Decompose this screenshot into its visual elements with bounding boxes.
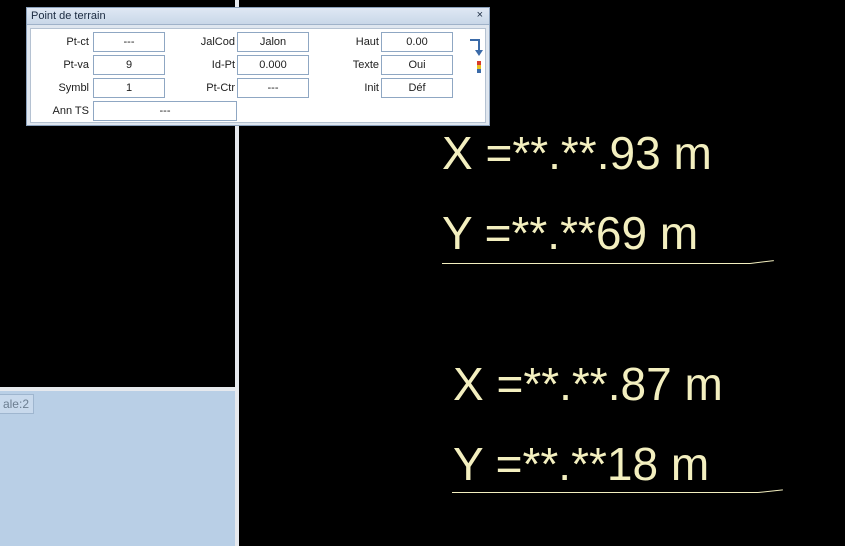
point-de-terrain-dialog: Point de terrain × Pt-ct --- Pt-va 9 Sym…: [26, 7, 490, 126]
ann-ts-field[interactable]: ---: [93, 101, 237, 121]
pt-ctr-label: Pt-Ctr: [206, 82, 235, 94]
jalcod-label: JalCod: [200, 36, 235, 48]
leader-line-2: [452, 492, 758, 493]
leader-line-1: [442, 263, 750, 264]
jalcod-field[interactable]: Jalon: [237, 32, 309, 52]
pin-arrow-icon[interactable]: [469, 37, 483, 77]
coordinate-label-x2: X =**.**.87 m: [453, 358, 723, 410]
ann-ts-label: Ann TS: [52, 105, 90, 117]
haut-label: Haut: [355, 36, 379, 48]
dialog-title: Point de terrain: [31, 10, 106, 22]
coordinate-label-x1: X =**.**.93 m: [442, 127, 712, 179]
id-pt-label: Id-Pt: [211, 59, 235, 71]
layout-pane: [0, 391, 235, 546]
pt-ct-field[interactable]: ---: [93, 32, 165, 52]
coordinate-label-y2: Y =**.**18 m: [453, 438, 710, 490]
id-pt-field[interactable]: 0.000: [237, 55, 309, 75]
close-icon[interactable]: ×: [477, 9, 483, 21]
leader-tail-2: [757, 489, 783, 493]
dialog-body: Pt-ct --- Pt-va 9 Symbl 1 Ann TS --- Jal…: [30, 28, 486, 123]
symbl-field[interactable]: 1: [93, 78, 165, 98]
pt-ctr-field[interactable]: ---: [237, 78, 309, 98]
init-field[interactable]: Déf: [381, 78, 453, 98]
texte-field[interactable]: Oui: [381, 55, 453, 75]
init-label: Init: [364, 82, 379, 94]
leader-tail-1: [749, 260, 774, 264]
layout-tab[interactable]: ale:2: [0, 394, 34, 414]
haut-field[interactable]: 0.00: [381, 32, 453, 52]
coordinate-label-y1: Y =**.**69 m: [442, 207, 699, 259]
texte-label: Texte: [352, 59, 379, 71]
dialog-title-bar[interactable]: Point de terrain ×: [27, 8, 489, 25]
pt-ct-label: Pt-ct: [66, 36, 89, 48]
pt-va-label: Pt-va: [63, 59, 89, 71]
pt-va-field[interactable]: 9: [93, 55, 165, 75]
symbl-label: Symbl: [58, 82, 89, 94]
